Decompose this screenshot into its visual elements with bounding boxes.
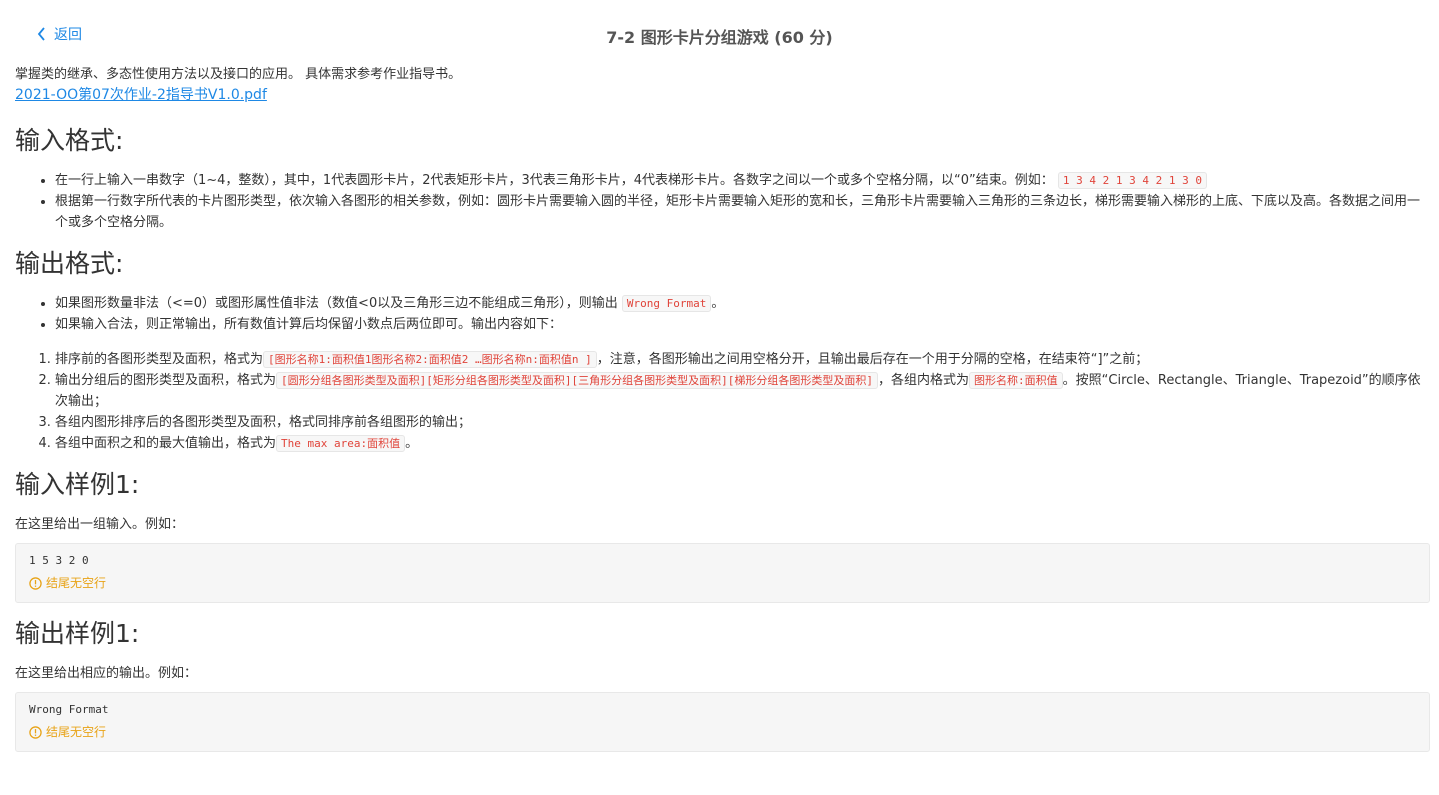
output-format-list: 如果图形数量非法（<=0）或图形属性值非法（数值<0以及三角形三边不能组成三角形… (15, 293, 1430, 335)
problem-content: 掌握类的继承、多态性使用方法以及接口的应用。 具体需求参考作业指导书。 2021… (15, 64, 1430, 752)
inline-code: [圆形分组各图形类型及面积][矩形分组各图形类型及面积][三角形分组各图形类型及… (276, 372, 878, 389)
inline-code: 图形名称:面积值 (969, 372, 1063, 389)
list-item: 如果输入合法，则正常输出，所有数值计算后均保留小数点后两位即可。输出内容如下： (55, 314, 1430, 335)
sample-input-desc: 在这里给出一组输入。例如： (15, 517, 185, 532)
sample-output-block: Wrong Format 结尾无空行 (15, 692, 1430, 752)
input-format-heading: 输入格式: (15, 126, 124, 155)
sample-output-desc: 在这里给出相应的输出。例如： (15, 666, 198, 681)
inline-code: [图形名称1:面积值1图形名称2:面积值2 …图形名称n:面积值n ] (263, 351, 597, 368)
inline-code: Wrong Format (621, 295, 712, 312)
page-title: 7-2 图形卡片分组游戏 (60 分) (606, 28, 833, 47)
sample-output-code: Wrong Format (29, 703, 109, 716)
trailing-warning: 结尾无空行 (29, 574, 1416, 592)
sample-input-heading: 输入样例1: (15, 470, 140, 499)
trailing-warning: 结尾无空行 (29, 723, 1416, 741)
sample-input-block: 1 5 3 2 0 结尾无空行 (15, 543, 1430, 603)
sample-output-heading: 输出样例1: (15, 619, 140, 648)
list-item: 输出分组后的图形类型及面积，格式为[圆形分组各图形类型及面积][矩形分组各图形类… (55, 370, 1430, 412)
output-format-heading: 输出格式: (15, 249, 124, 278)
list-item: 排序前的各图形类型及面积，格式为[图形名称1:面积值1图形名称2:面积值2 …图… (55, 349, 1430, 370)
list-item: 各组内图形排序后的各图形类型及面积，格式同排序前各组图形的输出； (55, 412, 1430, 433)
inline-code: The max area:面积值 (276, 435, 406, 452)
inline-code: 1 3 4 2 1 3 4 2 1 3 0 (1057, 172, 1207, 189)
warning-circle-icon (29, 576, 42, 590)
list-item: 如果图形数量非法（<=0）或图形属性值非法（数值<0以及三角形三边不能组成三角形… (55, 293, 1430, 314)
guide-pdf-link[interactable]: 2021-OO第07次作业-2指导书V1.0.pdf (15, 87, 267, 103)
input-format-list: 在一行上输入一串数字（1~4，整数），其中，1代表圆形卡片，2代表矩形卡片，3代… (15, 170, 1430, 233)
output-steps-list: 排序前的各图形类型及面积，格式为[图形名称1:面积值1图形名称2:面积值2 …图… (15, 349, 1430, 454)
list-item: 在一行上输入一串数字（1~4，整数），其中，1代表圆形卡片，2代表矩形卡片，3代… (55, 170, 1430, 191)
intro-text: 掌握类的继承、多态性使用方法以及接口的应用。 具体需求参考作业指导书。 (15, 67, 462, 82)
list-item: 各组中面积之和的最大值输出，格式为The max area:面积值。 (55, 433, 1430, 454)
sample-input-code: 1 5 3 2 0 (29, 554, 89, 567)
top-bar: 返回 7-2 图形卡片分组游戏 (60 分) (0, 0, 1439, 70)
warning-circle-icon (29, 725, 42, 739)
list-item: 根据第一行数字所代表的卡片图形类型，依次输入各图形的相关参数，例如：圆形卡片需要… (55, 191, 1430, 233)
